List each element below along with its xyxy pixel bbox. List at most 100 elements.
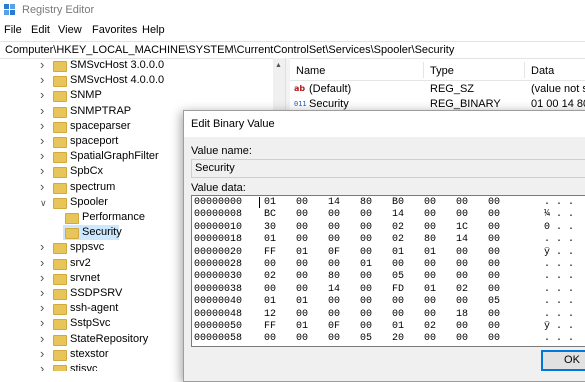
hex-byte[interactable]: FF xyxy=(264,247,276,258)
hex-byte[interactable]: 00 xyxy=(456,247,468,258)
hex-byte[interactable]: 12 xyxy=(264,309,276,320)
hex-byte[interactable]: 00 xyxy=(360,209,372,220)
hex-byte[interactable]: 00 xyxy=(424,309,436,320)
chevron-right-icon[interactable]: › xyxy=(40,255,44,270)
menu-help[interactable]: Help xyxy=(142,24,165,36)
chevron-right-icon[interactable]: › xyxy=(40,361,44,371)
hex-row[interactable]: 00000010 30 00 00 00 02 00 1C 00 0 . . xyxy=(192,222,585,235)
chevron-right-icon[interactable]: › xyxy=(40,346,44,361)
hex-byte[interactable]: 02 xyxy=(456,284,468,295)
hex-byte[interactable]: 00 xyxy=(424,222,436,233)
hex-byte[interactable]: 00 xyxy=(488,234,500,245)
hex-byte[interactable]: 00 xyxy=(328,259,340,270)
hex-byte[interactable]: 00 xyxy=(488,197,500,208)
hex-byte[interactable]: 00 xyxy=(456,271,468,282)
hex-byte[interactable]: 80 xyxy=(328,271,340,282)
hex-ascii[interactable]: . . . xyxy=(544,234,574,245)
hex-ascii[interactable]: 0 . . xyxy=(544,222,574,233)
value-row[interactable]: ab (Default) REG_SZ (value not se xyxy=(290,82,585,97)
hex-byte[interactable]: 00 xyxy=(296,259,308,270)
hex-ascii[interactable]: . . . xyxy=(544,197,574,208)
ok-button[interactable]: OK xyxy=(541,350,585,371)
hex-byte[interactable]: 01 xyxy=(360,259,372,270)
column-name[interactable]: Name xyxy=(296,65,325,77)
hex-byte[interactable]: 00 xyxy=(488,247,500,258)
hex-byte[interactable]: 01 xyxy=(424,284,436,295)
hex-byte[interactable]: 80 xyxy=(424,234,436,245)
hex-byte[interactable]: 14 xyxy=(392,209,404,220)
hex-ascii[interactable]: ¼ . . xyxy=(544,209,574,220)
hex-ascii[interactable]: . . . xyxy=(544,284,574,295)
hex-byte[interactable]: 00 xyxy=(296,209,308,220)
hex-byte[interactable]: 80 xyxy=(360,197,372,208)
chevron-right-icon[interactable]: › xyxy=(40,118,44,133)
hex-byte[interactable]: 00 xyxy=(360,234,372,245)
hex-byte[interactable]: 00 xyxy=(424,209,436,220)
hex-row[interactable]: 00000030 02 00 80 00 05 00 00 00 . . . xyxy=(192,271,585,284)
chevron-right-icon[interactable]: › xyxy=(40,103,44,118)
hex-byte[interactable]: 00 xyxy=(392,259,404,270)
hex-row[interactable]: 00000000 01 00 14 80 B0 00 00 00 . . . xyxy=(192,197,585,210)
hex-row[interactable]: 00000028 00 00 00 01 00 00 00 00 . . . xyxy=(192,259,585,272)
hex-ascii[interactable]: . . . xyxy=(544,309,574,320)
chevron-right-icon[interactable]: › xyxy=(40,270,44,285)
hex-row[interactable]: 00000048 12 00 00 00 00 00 18 00 . . . xyxy=(192,309,585,322)
menu-file[interactable]: File xyxy=(4,24,22,36)
hex-byte[interactable]: 00 xyxy=(264,259,276,270)
hex-row[interactable]: 00000008 BC 00 00 00 14 00 00 00 ¼ . . xyxy=(192,209,585,222)
hex-byte[interactable]: 00 xyxy=(456,209,468,220)
hex-byte[interactable]: 00 xyxy=(488,309,500,320)
hex-ascii[interactable]: ÿ . . xyxy=(544,247,574,258)
hex-ascii[interactable]: . . . xyxy=(544,296,574,307)
hex-byte[interactable]: 00 xyxy=(264,333,276,344)
hex-byte[interactable]: 01 xyxy=(392,247,404,258)
hex-byte[interactable]: 20 xyxy=(392,333,404,344)
hex-editor[interactable]: 00000000 01 00 14 80 B0 00 00 00. . . 00000008 BC 0… xyxy=(191,195,585,347)
chevron-right-icon[interactable]: › xyxy=(40,331,44,346)
hex-byte[interactable]: 00 xyxy=(360,309,372,320)
hex-byte[interactable]: 00 xyxy=(488,333,500,344)
chevron-right-icon[interactable]: › xyxy=(40,72,44,87)
hex-byte[interactable]: 00 xyxy=(392,296,404,307)
column-separator[interactable] xyxy=(524,62,525,78)
hex-byte[interactable]: 14 xyxy=(456,234,468,245)
hex-byte[interactable]: 00 xyxy=(328,333,340,344)
hex-byte[interactable]: 00 xyxy=(328,296,340,307)
chevron-right-icon[interactable]: › xyxy=(40,133,44,148)
hex-byte[interactable]: 00 xyxy=(488,321,500,332)
hex-byte[interactable]: 00 xyxy=(424,197,436,208)
hex-byte[interactable]: 00 xyxy=(456,296,468,307)
hex-byte[interactable]: 00 xyxy=(360,247,372,258)
address-bar[interactable]: Computer\HKEY_LOCAL_MACHINE\SYSTEM\Curre… xyxy=(0,41,585,59)
column-data[interactable]: Data xyxy=(531,65,554,77)
hex-byte[interactable]: 1C xyxy=(456,222,468,233)
hex-byte[interactable]: 01 xyxy=(296,321,308,332)
hex-byte[interactable]: 00 xyxy=(488,284,500,295)
hex-byte[interactable]: 00 xyxy=(488,259,500,270)
hex-ascii[interactable]: ÿ . . xyxy=(544,321,574,332)
hex-byte[interactable]: 00 xyxy=(264,284,276,295)
hex-byte[interactable]: B0 xyxy=(392,197,404,208)
hex-byte[interactable]: 01 xyxy=(296,247,308,258)
hex-byte[interactable]: 01 xyxy=(264,234,276,245)
hex-byte[interactable]: 00 xyxy=(488,271,500,282)
hex-byte[interactable]: 00 xyxy=(328,209,340,220)
hex-byte[interactable]: 00 xyxy=(360,271,372,282)
hex-byte[interactable]: 01 xyxy=(264,296,276,307)
hex-byte[interactable]: 00 xyxy=(296,333,308,344)
hex-ascii[interactable]: . . . xyxy=(544,333,574,344)
hex-byte[interactable]: 00 xyxy=(456,259,468,270)
hex-byte[interactable]: 00 xyxy=(424,296,436,307)
chevron-right-icon[interactable]: › xyxy=(40,179,44,194)
hex-byte[interactable]: 02 xyxy=(392,234,404,245)
hex-byte[interactable]: 00 xyxy=(296,234,308,245)
chevron-right-icon[interactable]: › xyxy=(40,300,44,315)
hex-byte[interactable]: BC xyxy=(264,209,276,220)
hex-byte[interactable]: 00 xyxy=(424,271,436,282)
hex-byte[interactable]: 00 xyxy=(488,222,500,233)
hex-byte[interactable]: 00 xyxy=(328,309,340,320)
hex-byte[interactable]: 00 xyxy=(360,321,372,332)
column-separator[interactable] xyxy=(423,62,424,78)
chevron-right-icon[interactable]: › xyxy=(40,148,44,163)
hex-byte[interactable]: FF xyxy=(264,321,276,332)
